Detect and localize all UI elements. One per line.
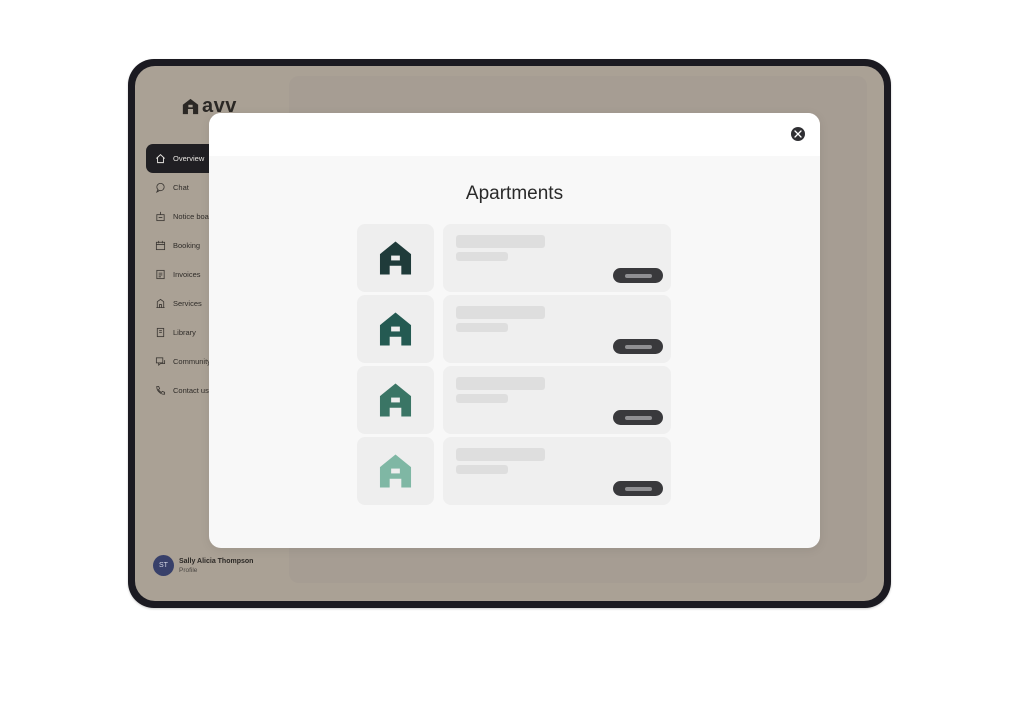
library-icon xyxy=(155,327,166,338)
sidebar-item-label: Contact us xyxy=(173,386,209,395)
profile-name: Sally Alicia Thompson xyxy=(179,557,254,565)
profile-link[interactable]: Profile xyxy=(179,567,253,574)
modal-header xyxy=(209,113,820,156)
sidebar-item-label: Services xyxy=(173,299,202,308)
invoice-icon xyxy=(155,269,166,280)
sidebar-item-label: Library xyxy=(173,328,196,337)
apartment-name-placeholder xyxy=(456,448,545,461)
logo-house-icon xyxy=(182,98,199,114)
apartment-thumbnail xyxy=(357,366,434,434)
apartment-card xyxy=(443,366,671,434)
chat-icon xyxy=(155,182,166,193)
apartment-select-button[interactable] xyxy=(613,410,663,425)
apartments-modal: Apartments xyxy=(209,113,820,548)
services-icon xyxy=(155,298,166,309)
apartment-name-placeholder xyxy=(456,306,545,319)
sidebar-item-label: Notice boa xyxy=(173,212,209,221)
sidebar-item-label: Chat xyxy=(173,183,189,192)
modal-title: Apartments xyxy=(465,183,564,204)
apartment-detail-placeholder xyxy=(456,465,508,474)
community-icon xyxy=(155,356,166,367)
home-icon xyxy=(155,153,166,164)
apartment-name-placeholder xyxy=(456,377,545,390)
apartment-select-button[interactable] xyxy=(613,481,663,496)
avatar: ST xyxy=(153,555,174,576)
sidebar-item-label: Invoices xyxy=(173,270,201,279)
apartment-detail-placeholder xyxy=(456,323,508,332)
house-icon xyxy=(379,312,412,346)
phone-icon xyxy=(155,385,166,396)
apartment-detail-placeholder xyxy=(456,252,508,261)
sidebar-item-label: Booking xyxy=(173,241,201,250)
apartment-select-button[interactable] xyxy=(613,268,663,283)
close-icon xyxy=(794,130,802,138)
apartment-thumbnail xyxy=(357,437,434,505)
sidebar-item-label: Overview xyxy=(173,154,205,163)
apartment-card xyxy=(443,437,671,505)
apartment-select-button[interactable] xyxy=(613,339,663,354)
apartment-card xyxy=(443,295,671,363)
house-icon xyxy=(379,241,412,275)
apartment-thumbnail xyxy=(357,295,434,363)
house-icon xyxy=(379,383,412,417)
apartment-detail-placeholder xyxy=(456,394,508,403)
calendar-icon xyxy=(155,240,166,251)
notice-board-icon xyxy=(155,211,166,222)
apartment-thumbnail xyxy=(357,224,434,292)
apartment-card xyxy=(443,224,671,292)
house-icon xyxy=(379,454,412,488)
user-profile[interactable]: ST Sally Alicia Thompson Profile xyxy=(153,555,253,576)
sidebar-item-label: Community xyxy=(173,357,211,366)
apartment-name-placeholder xyxy=(456,235,545,248)
close-button[interactable] xyxy=(791,127,805,141)
